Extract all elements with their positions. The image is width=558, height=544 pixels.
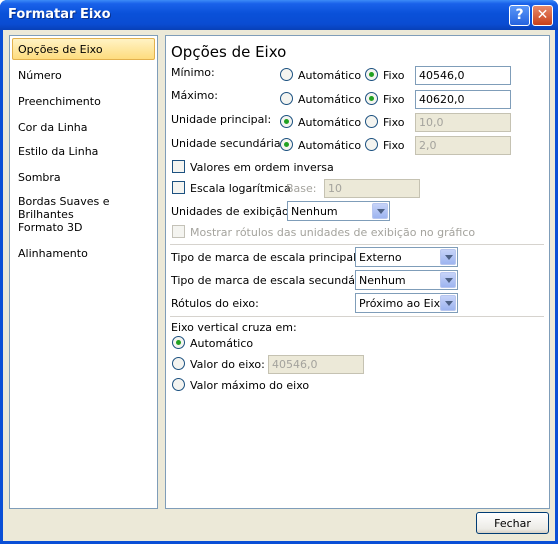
minor-tick-select[interactable]: Nenhum xyxy=(355,270,458,290)
minor-tick-label: Tipo de marca de escala secundária: xyxy=(171,274,373,287)
maximum-value-field[interactable]: 40620,0 xyxy=(415,90,511,109)
minor-unit-auto-radio[interactable] xyxy=(280,138,293,151)
major-unit-fixed-label: Fixo xyxy=(383,116,405,129)
minimum-fixed-radio[interactable] xyxy=(365,68,378,81)
sidebar-item-label: Formato 3D xyxy=(18,221,83,234)
major-unit-fixed-radio[interactable] xyxy=(365,115,378,128)
sidebar-item-preenchimento[interactable]: Preenchimento xyxy=(12,90,155,112)
log-base-field[interactable]: 10 xyxy=(324,179,420,198)
reverse-order-checkbox[interactable] xyxy=(172,160,185,173)
sidebar-item-opcoes-de-eixo[interactable]: Opções de Eixo xyxy=(12,38,155,60)
sidebar-item-label: Cor da Linha xyxy=(18,121,88,134)
minor-unit-fixed-label: Fixo xyxy=(383,139,405,152)
help-button[interactable]: ? xyxy=(509,5,530,26)
minor-unit-label: Unidade secundária: xyxy=(171,137,285,150)
major-tick-label: Tipo de marca de escala principal: xyxy=(171,251,360,264)
display-units-label: Unidades de exibição: xyxy=(171,205,293,218)
sidebar-item-cor-da-linha[interactable]: Cor da Linha xyxy=(12,116,155,138)
show-units-checkbox[interactable] xyxy=(172,225,185,238)
sidebar-item-label: Estilo da Linha xyxy=(18,145,99,158)
panel-heading: Opções de Eixo xyxy=(171,43,287,61)
minor-unit-value-field[interactable]: 2,0 xyxy=(415,136,511,155)
crosses-auto-radio[interactable] xyxy=(172,336,185,349)
crosses-auto-label: Automático xyxy=(190,337,254,350)
category-list: Opções de Eixo Número Preenchimento Cor … xyxy=(9,35,158,509)
minimum-label: Mínimo: xyxy=(171,66,215,79)
dialog-title: Formatar Eixo xyxy=(8,7,111,22)
chevron-down-icon[interactable] xyxy=(372,203,388,219)
divider xyxy=(170,244,544,245)
crosses-value-field[interactable]: 40546,0 xyxy=(268,355,364,374)
minimum-auto-radio[interactable] xyxy=(280,68,293,81)
close-dialog-button[interactable]: Fechar xyxy=(476,512,549,534)
crosses-value-label: Valor do eixo: xyxy=(190,358,265,371)
sidebar-item-label: Sombra xyxy=(18,171,61,184)
dialog-body: Opções de Eixo Número Preenchimento Cor … xyxy=(3,30,555,541)
sidebar-item-label: Opções de Eixo xyxy=(18,43,103,56)
crosses-max-label: Valor máximo do eixo xyxy=(190,379,310,392)
close-button[interactable]: ✕ xyxy=(532,5,553,26)
chevron-down-icon[interactable] xyxy=(440,249,456,265)
close-icon: ✕ xyxy=(536,7,549,23)
sidebar-item-formato-3d[interactable]: Formato 3D xyxy=(12,216,155,238)
log-scale-label: Escala logarítmica xyxy=(190,182,291,195)
minimum-value-field[interactable]: 40546,0 xyxy=(415,66,511,85)
axis-labels-value: Próximo ao Eixo xyxy=(359,297,447,310)
dialog-window: Formatar Eixo ? ✕ Opções de Eixo Número … xyxy=(0,0,558,544)
major-tick-select[interactable]: Externo xyxy=(355,247,458,267)
minor-unit-fixed-radio[interactable] xyxy=(365,138,378,151)
maximum-auto-radio[interactable] xyxy=(280,92,293,105)
sidebar-item-bordas-suaves[interactable]: Bordas Suaves e Brilhantes xyxy=(12,190,155,221)
maximum-fixed-label: Fixo xyxy=(383,93,405,106)
sidebar-item-numero[interactable]: Número xyxy=(12,64,155,86)
minor-unit-auto-label: Automático xyxy=(298,139,362,152)
title-bar[interactable]: Formatar Eixo ? ✕ xyxy=(0,0,558,30)
major-unit-label: Unidade principal: xyxy=(171,113,272,126)
display-units-select[interactable]: Nenhum xyxy=(287,201,390,221)
base-label: Base: xyxy=(286,182,317,195)
minimum-auto-label: Automático xyxy=(298,69,362,82)
maximum-fixed-radio[interactable] xyxy=(365,92,378,105)
crosses-value-radio[interactable] xyxy=(172,357,185,370)
sidebar-item-label: Número xyxy=(18,69,62,82)
maximum-auto-label: Automático xyxy=(298,93,362,106)
axis-labels-select[interactable]: Próximo ao Eixo xyxy=(355,293,458,313)
sidebar-item-sombra[interactable]: Sombra xyxy=(12,166,155,188)
major-unit-auto-label: Automático xyxy=(298,116,362,129)
major-tick-value: Externo xyxy=(359,251,402,264)
sidebar-item-alinhamento[interactable]: Alinhamento xyxy=(12,242,155,264)
major-unit-value-field[interactable]: 10,0 xyxy=(415,113,511,132)
display-units-value: Nenhum xyxy=(291,205,338,218)
question-icon: ? xyxy=(515,7,524,23)
show-units-label: Mostrar rótulos das unidades de exibição… xyxy=(190,226,476,239)
axis-labels-label: Rótulos do eixo: xyxy=(171,297,259,310)
divider xyxy=(170,316,544,317)
minor-tick-value: Nenhum xyxy=(359,274,406,287)
chevron-down-icon[interactable] xyxy=(440,295,456,311)
major-unit-auto-radio[interactable] xyxy=(280,115,293,128)
sidebar-item-label: Preenchimento xyxy=(18,95,101,108)
crosses-label: Eixo vertical cruza em: xyxy=(171,321,297,334)
sidebar-item-label: Alinhamento xyxy=(18,247,88,260)
maximum-label: Máximo: xyxy=(171,89,218,102)
reverse-order-label: Valores em ordem inversa xyxy=(190,161,334,174)
axis-options-panel: Opções de Eixo Mínimo: Automático Fixo 4… xyxy=(165,35,550,509)
chevron-down-icon[interactable] xyxy=(440,272,456,288)
crosses-max-radio[interactable] xyxy=(172,378,185,391)
log-scale-checkbox[interactable] xyxy=(172,181,185,194)
sidebar-item-estilo-da-linha[interactable]: Estilo da Linha xyxy=(12,140,155,162)
minimum-fixed-label: Fixo xyxy=(383,69,405,82)
